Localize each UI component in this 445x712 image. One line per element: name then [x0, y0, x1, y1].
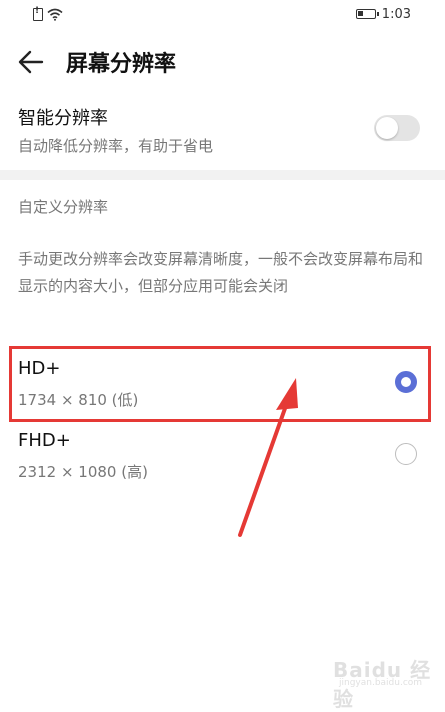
- radio-unselected[interactable]: [395, 443, 417, 465]
- status-time: 1:03: [381, 6, 411, 22]
- smart-resolution-toggle[interactable]: [374, 115, 420, 141]
- option-detail: 2312 × 1080 (高): [18, 463, 148, 481]
- watermark: Baidu 经验 jingyan.baidu.com: [333, 654, 433, 711]
- watermark-url: jingyan.baidu.com: [339, 678, 423, 688]
- status-left: [33, 6, 63, 22]
- option-name: FHD+: [18, 430, 71, 451]
- option-hd-plus[interactable]: HD+ 1734 × 810 (低): [0, 350, 445, 418]
- back-arrow-icon: [18, 50, 44, 74]
- toggle-knob: [376, 117, 398, 139]
- smart-resolution-subtitle: 自动降低分辨率，有助于省电: [18, 137, 214, 155]
- status-bar: 1:03: [0, 0, 445, 28]
- section-divider: [0, 170, 445, 180]
- smart-resolution-title: 智能分辨率: [18, 108, 108, 129]
- custom-resolution-description: 手动更改分辨率会改变屏幕清晰度，一般不会改变屏幕布局和显示的内容大小，但部分应用…: [18, 250, 424, 295]
- header: 屏幕分辨率: [0, 38, 445, 86]
- option-fhd-plus[interactable]: FHD+ 2312 × 1080 (高): [0, 422, 445, 490]
- radio-selected[interactable]: [395, 371, 417, 393]
- back-button[interactable]: [16, 48, 46, 76]
- sim-alert-icon: [33, 6, 43, 21]
- smart-resolution-row[interactable]: 智能分辨率 自动降低分辨率，有助于省电: [0, 100, 445, 164]
- option-name: HD+: [18, 358, 61, 379]
- wifi-icon: [47, 8, 63, 21]
- option-detail: 1734 × 810 (低): [18, 391, 139, 409]
- page-title: 屏幕分辨率: [66, 52, 177, 77]
- custom-resolution-label: 自定义分辨率: [18, 198, 109, 216]
- status-right: 1:03: [355, 6, 411, 22]
- battery-icon: [355, 9, 379, 19]
